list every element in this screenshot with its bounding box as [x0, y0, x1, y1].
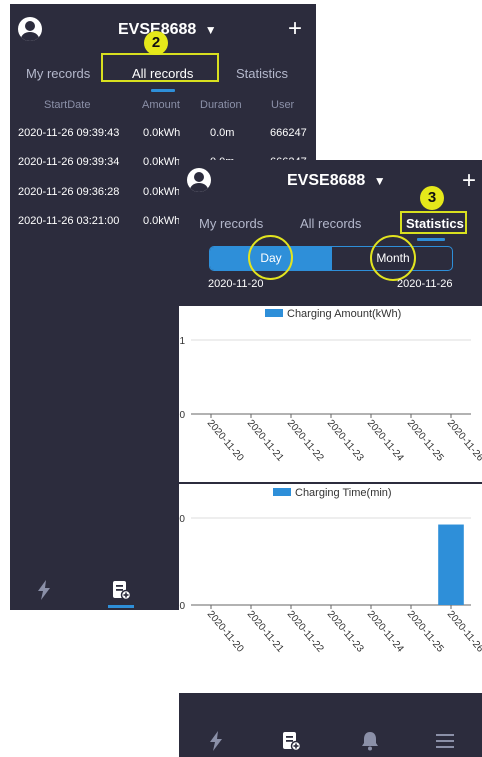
station-selector[interactable]: EVSE8688 ▼ — [287, 172, 386, 190]
col-duration: Duration — [200, 99, 242, 111]
records-icon[interactable] — [281, 731, 302, 756]
tab-all-records[interactable]: All records — [300, 216, 361, 231]
period-toggle: Day Month — [209, 246, 453, 271]
avatar-icon[interactable] — [18, 17, 42, 41]
cell-startdate: 2020-11-26 09:39:34 — [18, 156, 120, 168]
x-tick-label: 2020-11-26 — [445, 418, 482, 464]
x-tick-label: 2020-11-23 — [325, 418, 366, 464]
cell-amount: 0.0kWh — [143, 156, 181, 168]
chevron-down-icon: ▼ — [373, 174, 386, 188]
cell-startdate: 2020-11-26 09:36:28 — [18, 186, 120, 198]
add-icon[interactable]: + — [462, 169, 476, 193]
x-tick-label: 2020-11-23 — [325, 609, 366, 655]
y-tick-label: 400 — [179, 514, 185, 525]
active-nav-indicator — [108, 605, 134, 608]
bolt-icon[interactable] — [208, 731, 224, 756]
active-tab-indicator — [417, 238, 445, 241]
cell-startdate: 2020-11-26 03:21:00 — [18, 215, 120, 227]
tab-my-records[interactable]: My records — [199, 216, 263, 231]
x-tick-label: 2020-11-20 — [205, 418, 246, 464]
x-tick-label: 2020-11-21 — [245, 609, 286, 655]
date-range-start: 2020-11-20 — [208, 278, 264, 290]
x-tick-label: 2020-11-22 — [285, 609, 326, 655]
x-tick-label: 2020-11-20 — [205, 609, 246, 655]
cell-user: 666247 — [270, 127, 307, 139]
station-name: EVSE8688 — [287, 172, 366, 189]
station-selector[interactable]: EVSE8688 ▼ — [118, 21, 217, 39]
statistics-highlight — [400, 211, 467, 234]
tab-statistics[interactable]: Statistics — [236, 66, 288, 81]
table-row[interactable]: 2020-11-26 09:39:43 0.0kWh 0.0m 666247 — [10, 127, 316, 147]
chevron-down-icon: ▼ — [204, 23, 217, 37]
records-icon[interactable] — [111, 580, 132, 605]
bolt-icon[interactable] — [36, 580, 52, 605]
x-tick-label: 2020-11-26 — [445, 609, 482, 655]
cell-duration: 0.0m — [210, 127, 235, 139]
y-tick-label: 0 — [179, 601, 185, 612]
all-records-highlight — [101, 53, 219, 82]
cell-amount: 0.0kWh — [143, 127, 181, 139]
bar — [438, 524, 464, 605]
bottom-nav — [179, 725, 482, 757]
step-badge: 3 — [420, 186, 444, 210]
add-icon[interactable]: + — [288, 17, 302, 41]
y-tick-label: 0 — [179, 410, 185, 421]
cell-startdate: 2020-11-26 09:39:43 — [18, 127, 120, 139]
statistics-screen: EVSE8688 ▼ + My records All records Stat… — [179, 160, 482, 757]
active-tab-indicator — [151, 89, 175, 92]
records-table-header: StartDate Amount Duration User — [10, 99, 316, 119]
x-tick-label: 2020-11-22 — [285, 418, 326, 464]
day-highlight-circle — [248, 235, 293, 280]
col-amount: Amount — [142, 99, 180, 111]
tab-my-records[interactable]: My records — [26, 66, 90, 81]
charging-time-chart: Charging Time(min) 04002020-11-202020-11… — [179, 484, 482, 693]
month-highlight-circle — [370, 235, 416, 281]
x-tick-label: 2020-11-25 — [405, 418, 446, 464]
menu-icon[interactable] — [436, 733, 454, 754]
step-badge: 2 — [144, 31, 168, 55]
bell-icon[interactable] — [361, 731, 379, 756]
cell-amount: 0.0kWh — [143, 186, 181, 198]
col-user: User — [271, 99, 295, 111]
chart-plot: 04002020-11-202020-11-212020-11-222020-1… — [179, 514, 482, 655]
x-tick-label: 2020-11-21 — [245, 418, 286, 464]
x-tick-label: 2020-11-24 — [365, 609, 406, 655]
avatar-icon[interactable] — [187, 168, 211, 192]
col-startdate: StartDate — [44, 99, 91, 111]
y-tick-label: 1 — [179, 336, 185, 347]
x-tick-label: 2020-11-24 — [365, 418, 406, 464]
charging-amount-chart: Charging Amount(kWh) 0 1 2020-11-20 2020-11… — [179, 306, 482, 482]
x-tick-label: 2020-11-25 — [405, 609, 446, 655]
cell-amount: 0.0kWh — [143, 215, 181, 227]
chart-plot: 012020-11-20 2020-11-21 2020-11-22 2020-11-… — [179, 336, 482, 464]
date-range-end: 2020-11-26 — [397, 278, 453, 290]
